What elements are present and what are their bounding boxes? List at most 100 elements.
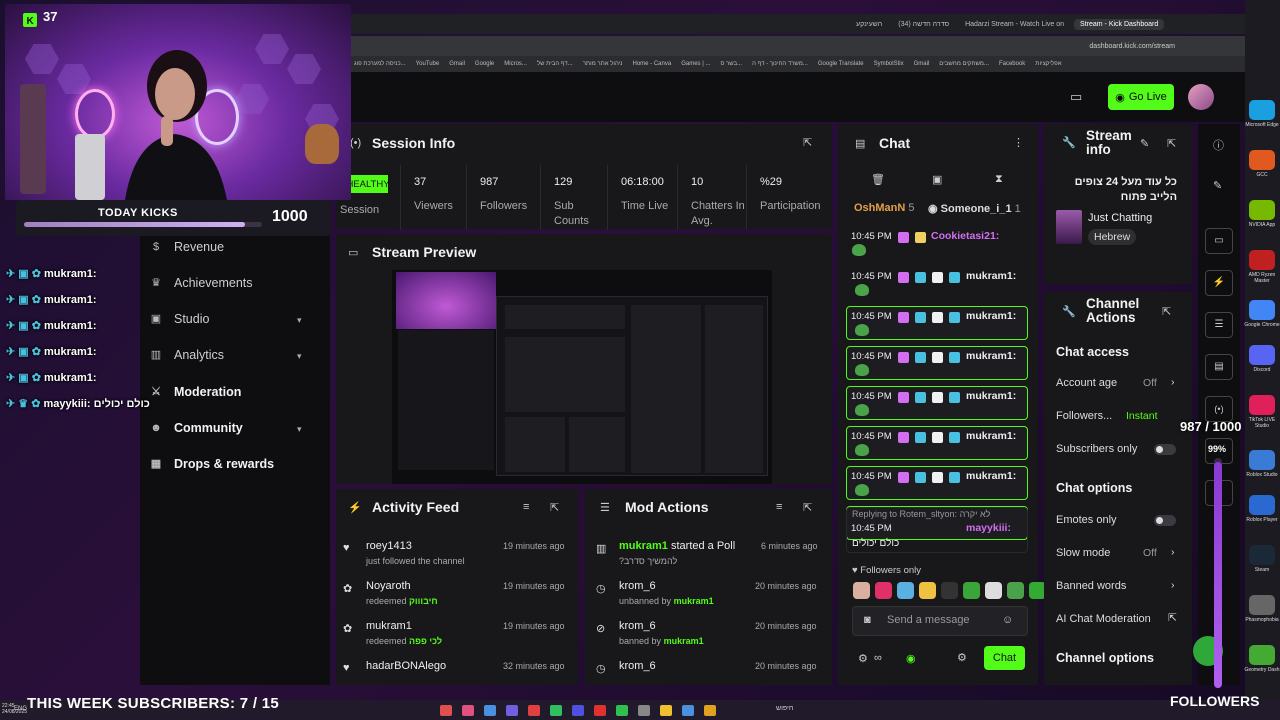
browser-tab[interactable]: סדרה חדשה (34): [892, 19, 955, 30]
category-name[interactable]: Just Chatting: [1088, 212, 1152, 224]
address-bar[interactable]: dashboard.kick.com/stream: [350, 36, 1245, 56]
activity-user[interactable]: mukram1: [366, 620, 412, 632]
message-icon[interactable]: ▣: [932, 173, 942, 186]
emote-icon[interactable]: [985, 582, 1002, 599]
chevron-right-icon[interactable]: ›: [1171, 376, 1175, 388]
popout-icon[interactable]: ⇱: [803, 136, 812, 149]
emote-icon[interactable]: [941, 582, 958, 599]
chat-user-tab[interactable]: ◉ Someone_i_1 1: [928, 202, 1021, 215]
taskbar-app-icon[interactable]: [638, 705, 650, 716]
sidebar-item-revenue[interactable]: $ Revenue: [150, 240, 224, 254]
message-user[interactable]: mukram1:: [966, 350, 1016, 362]
message-user[interactable]: mukram1:: [966, 390, 1016, 402]
emote-icon[interactable]: [875, 582, 892, 599]
bookmark-item[interactable]: כניסה למערכת פוג...: [354, 61, 406, 67]
desktop-app-icon[interactable]: [1249, 395, 1275, 415]
bookmark-item[interactable]: Google: [475, 61, 494, 67]
bookmark-item[interactable]: משחקים מחשבים...: [939, 61, 989, 67]
popout-icon[interactable]: ⇱: [1162, 305, 1171, 318]
bookmark-item[interactable]: Gmail: [914, 61, 930, 67]
desktop-app-icon[interactable]: [1249, 300, 1275, 320]
bookmark-item[interactable]: Facebook: [999, 61, 1025, 67]
message-user[interactable]: mukram1:: [966, 430, 1016, 442]
emote-icon[interactable]: [897, 582, 914, 599]
kick-icon[interactable]: ◉: [906, 652, 916, 665]
more-options-icon[interactable]: ⋮: [1013, 136, 1024, 149]
mod-action-user[interactable]: mukram1: [619, 540, 668, 552]
mod-action-user[interactable]: krom_6: [619, 580, 656, 592]
filter-icon[interactable]: ≡: [776, 501, 782, 513]
bookmark-item[interactable]: ניהול אתר מותר: [583, 61, 623, 67]
subscribers-only-toggle[interactable]: [1154, 444, 1176, 455]
chevron-down-icon[interactable]: ▾: [297, 315, 302, 326]
mod-action-user[interactable]: krom_6: [619, 620, 656, 632]
bookmark-item[interactable]: Micros...: [504, 61, 527, 67]
bookmark-item[interactable]: SymbolStix: [874, 61, 904, 67]
desktop-app-icon[interactable]: [1249, 595, 1275, 615]
sidebar-item-studio[interactable]: ▣ Studio: [150, 312, 210, 326]
gift-icon[interactable]: ◙: [864, 614, 871, 626]
trash-icon[interactable]: 🗑: [871, 173, 885, 186]
sidebar-item-community[interactable]: ☻ Community: [150, 421, 243, 435]
pencil-icon[interactable]: ✎: [1213, 179, 1222, 192]
message-user[interactable]: Cookietasi21:: [931, 230, 999, 242]
browser-tab-active[interactable]: Stream - Kick Dashboard: [1074, 18, 1165, 30]
bookmark-item[interactable]: אפליקציות: [1035, 61, 1061, 67]
taskbar-language[interactable]: ENG: [14, 706, 27, 712]
taskbar-app-icon[interactable]: [506, 705, 518, 716]
mod-action-user[interactable]: krom_6: [619, 660, 656, 672]
emotes-only-toggle[interactable]: [1154, 515, 1176, 526]
taskbar-app-icon[interactable]: [550, 705, 562, 716]
pencil-icon[interactable]: ✎: [1140, 137, 1149, 150]
studio-mode-icon[interactable]: ▭: [1070, 89, 1082, 105]
bookmark-item[interactable]: דף הבית של...: [537, 61, 573, 67]
bookmark-item[interactable]: Home - Canva: [633, 61, 672, 67]
emoji-icon[interactable]: ☺: [1002, 614, 1013, 626]
banned-words-label[interactable]: Banned words: [1056, 580, 1126, 592]
rail-mod-button[interactable]: ☰: [1205, 312, 1233, 338]
emote-icon[interactable]: [919, 582, 936, 599]
chevron-down-icon[interactable]: ▾: [297, 424, 302, 435]
rail-activity-button[interactable]: ⚡: [1205, 270, 1233, 296]
desktop-app-icon[interactable]: [1249, 450, 1275, 470]
send-chat-button[interactable]: Chat: [984, 646, 1025, 670]
taskbar-app-icon[interactable]: [484, 705, 496, 716]
go-live-button[interactable]: ◉ Go Live: [1108, 84, 1174, 110]
mod-action-by[interactable]: mukram1: [664, 636, 704, 646]
taskbar-app-icon[interactable]: [704, 705, 716, 716]
desktop-app-icon[interactable]: [1249, 150, 1275, 170]
hourglass-icon[interactable]: ⧗: [995, 173, 1003, 186]
browser-tab[interactable]: השעינקע: [850, 19, 888, 30]
external-link-icon[interactable]: ⇱: [1168, 612, 1177, 624]
slow-mode-label[interactable]: Slow mode: [1056, 547, 1110, 559]
mod-action-by[interactable]: mukram1: [674, 596, 714, 606]
activity-user[interactable]: hadarBONAlego: [366, 660, 446, 672]
desktop-app-icon[interactable]: [1249, 645, 1275, 665]
emote-icon[interactable]: [1007, 582, 1024, 599]
taskbar-app-icon[interactable]: [682, 705, 694, 716]
sidebar-item-moderation[interactable]: ⚔ Moderation: [150, 385, 241, 399]
chat-user-tab[interactable]: OshManN 5: [854, 202, 915, 214]
taskbar-app-icon[interactable]: [616, 705, 628, 716]
sidebar-item-analytics[interactable]: ▥ Analytics: [150, 348, 224, 362]
popout-icon[interactable]: ⇱: [803, 501, 812, 514]
message-user[interactable]: mukram1:: [966, 270, 1016, 282]
taskbar-app-icon[interactable]: [572, 705, 584, 716]
emote-icon[interactable]: [963, 582, 980, 599]
bookmark-item[interactable]: Google Translate: [818, 61, 864, 67]
bookmark-item[interactable]: בשר ס...: [720, 61, 742, 67]
stream-preview-video[interactable]: [392, 270, 772, 484]
activity-user[interactable]: roey1413: [366, 540, 412, 552]
ai-moderation-label[interactable]: AI Chat Moderation: [1056, 613, 1151, 625]
message-user[interactable]: mayykiii:: [966, 522, 1011, 534]
taskbar-app-icon[interactable]: [440, 705, 452, 716]
filter-icon[interactable]: ≡: [523, 501, 529, 513]
sidebar-item-achievements[interactable]: ♛ Achievements: [150, 276, 252, 290]
taskbar-search[interactable]: חיפוש: [776, 705, 793, 712]
user-avatar[interactable]: [1188, 84, 1214, 110]
chevron-right-icon[interactable]: ›: [1171, 579, 1175, 591]
popout-icon[interactable]: ⇱: [1167, 137, 1176, 150]
popout-icon[interactable]: ⇱: [550, 501, 559, 514]
taskbar-app-icon[interactable]: [660, 705, 672, 716]
language-tag[interactable]: Hebrew: [1088, 229, 1137, 245]
